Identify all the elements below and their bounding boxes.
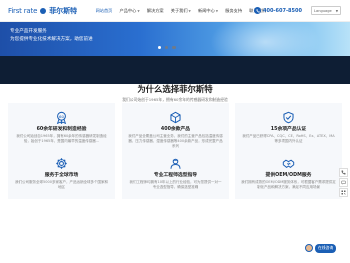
chevron-down-icon: ▼ (137, 9, 140, 13)
nav-item-home[interactable]: 网站首页 (92, 0, 116, 22)
qrcode-icon (341, 190, 346, 195)
phone-icon (341, 170, 346, 175)
feature-card[interactable]: 专业工程师选型指导 我们工程师均拥有10年以上的行业经验，可为您提供一对一专业选… (122, 149, 229, 199)
nav-item-about[interactable]: 关于我们▼ (167, 0, 194, 22)
cube-icon (169, 109, 182, 124)
feature-title: 专业工程师选型指导 (153, 173, 198, 178)
feature-desc: 我们公司始创自1965年，拥有60余年的传感器研发制造经验，始创于1965年，是… (16, 134, 107, 143)
logo[interactable]: First rate 菲尔斯特 (8, 5, 77, 17)
message-icon (341, 180, 346, 185)
main-nav: 网站首页 产品中心▼ 解决方案 关于我们▼ 新闻中心▼ 服务支持 联系我们 (92, 0, 270, 22)
banner-subline: 为您提供专业化技术解决方案，助您前进 (10, 37, 93, 42)
float-qrcode-button[interactable] (339, 188, 348, 197)
features-grid: 60 60余年研发和制造经验 我们公司始创自1965年，拥有60余年的传感器研发… (8, 103, 342, 233)
feature-card[interactable]: 60 60余年研发和制造经验 我们公司始创自1965年，拥有60余年的传感器研发… (8, 103, 115, 153)
language-select[interactable]: Language ▼ (311, 6, 341, 15)
online-chat-widget[interactable]: 在线咨询 (305, 243, 337, 253)
hero-banner[interactable]: 专业产品开发服务 为您提供专业化技术解决方案，助您前进 (0, 22, 350, 56)
nav-item-news[interactable]: 新闻中心▼ (194, 0, 221, 22)
carousel-dot[interactable] (165, 46, 169, 50)
feature-desc: 我们产品已获得CPA、CQC、CE、RoHS、Ex、ATEX、MA等多项国内外认… (242, 134, 335, 143)
award-icon: 60 (55, 109, 68, 125)
chat-label: 在线咨询 (315, 243, 337, 253)
nav-item-products[interactable]: 产品中心▼ (116, 0, 143, 22)
hotline[interactable]: 400-607-8500 (254, 7, 302, 14)
feature-desc: 我们公司服务全球5000多家客户，产品远销全球多个国家和地区 (15, 180, 108, 189)
logo-text-en: First rate (8, 7, 38, 15)
logo-text-cn: 菲尔斯特 (49, 7, 78, 15)
svg-text:60: 60 (59, 114, 64, 119)
shield-icon (282, 109, 295, 124)
banner-headline: 专业产品开发服务 (10, 29, 47, 34)
float-phone-button[interactable] (339, 168, 348, 177)
feature-desc: 我们产品全覆盖公司主营业务，我们的主营产品包括温度传感器、压力传感器、湿度传感器… (128, 134, 223, 148)
logo-mark-icon (40, 8, 47, 14)
nav-item-support[interactable]: 服务支持 (222, 0, 246, 22)
feature-title: 60余年研发和制造经验 (36, 127, 87, 132)
feature-card[interactable]: 15余项产品认证 我们产品已获得CPA、CQC、CE、RoHS、Ex、ATEX、… (235, 103, 342, 153)
carousel-dot[interactable] (172, 46, 176, 50)
gear-icon (55, 155, 68, 169)
feature-title: 400余款产品 (160, 127, 191, 132)
float-message-button[interactable] (339, 178, 348, 187)
feature-card[interactable]: 服务于全球市场 我们公司服务全球5000多家客户，产品远销全球多个国家和地区 (8, 149, 115, 199)
avatar (305, 244, 313, 252)
chevron-down-icon: ▼ (215, 9, 219, 13)
feature-title: 提供OEM/ODM服务 (265, 173, 312, 178)
feature-title: 服务于全球市场 (44, 173, 79, 178)
handshake-icon (282, 155, 295, 169)
language-label: Language (314, 8, 332, 13)
hotline-number: 400-607-8500 (263, 7, 302, 14)
feature-desc: 我们工程师均拥有10年以上的行业经验，可为您提供一对一专业选型指导，确保选型准确 (129, 180, 222, 189)
feature-desc: 我们拥有成熟的OEM/ODM服务体系，可根据客户需求提供定制化产品和解决方案，满… (241, 180, 336, 189)
engineer-icon (169, 155, 182, 169)
phone-icon (254, 7, 261, 14)
carousel-strip (0, 56, 350, 84)
nav-item-solutions[interactable]: 解决方案 (143, 0, 167, 22)
banner-glow (210, 22, 320, 56)
chevron-down-icon: ▼ (335, 8, 338, 13)
feature-title: 15余项产品认证 (270, 127, 307, 132)
feature-card[interactable]: 提供OEM/ODM服务 我们拥有成熟的OEM/ODM服务体系，可根据客户需求提供… (235, 149, 342, 199)
carousel-dots (158, 46, 176, 50)
carousel-dot[interactable] (158, 46, 162, 50)
chevron-down-icon: ▼ (188, 9, 191, 13)
site-header: First rate 菲尔斯特 网站首页 产品中心▼ 解决方案 关于我们▼ 新闻… (0, 0, 350, 22)
section-title: 为什么选择菲尔斯特 (137, 84, 213, 94)
feature-card[interactable]: 400余款产品 我们产品全覆盖公司主营业务，我们的主营产品包括温度传感器、压力传… (122, 103, 229, 153)
